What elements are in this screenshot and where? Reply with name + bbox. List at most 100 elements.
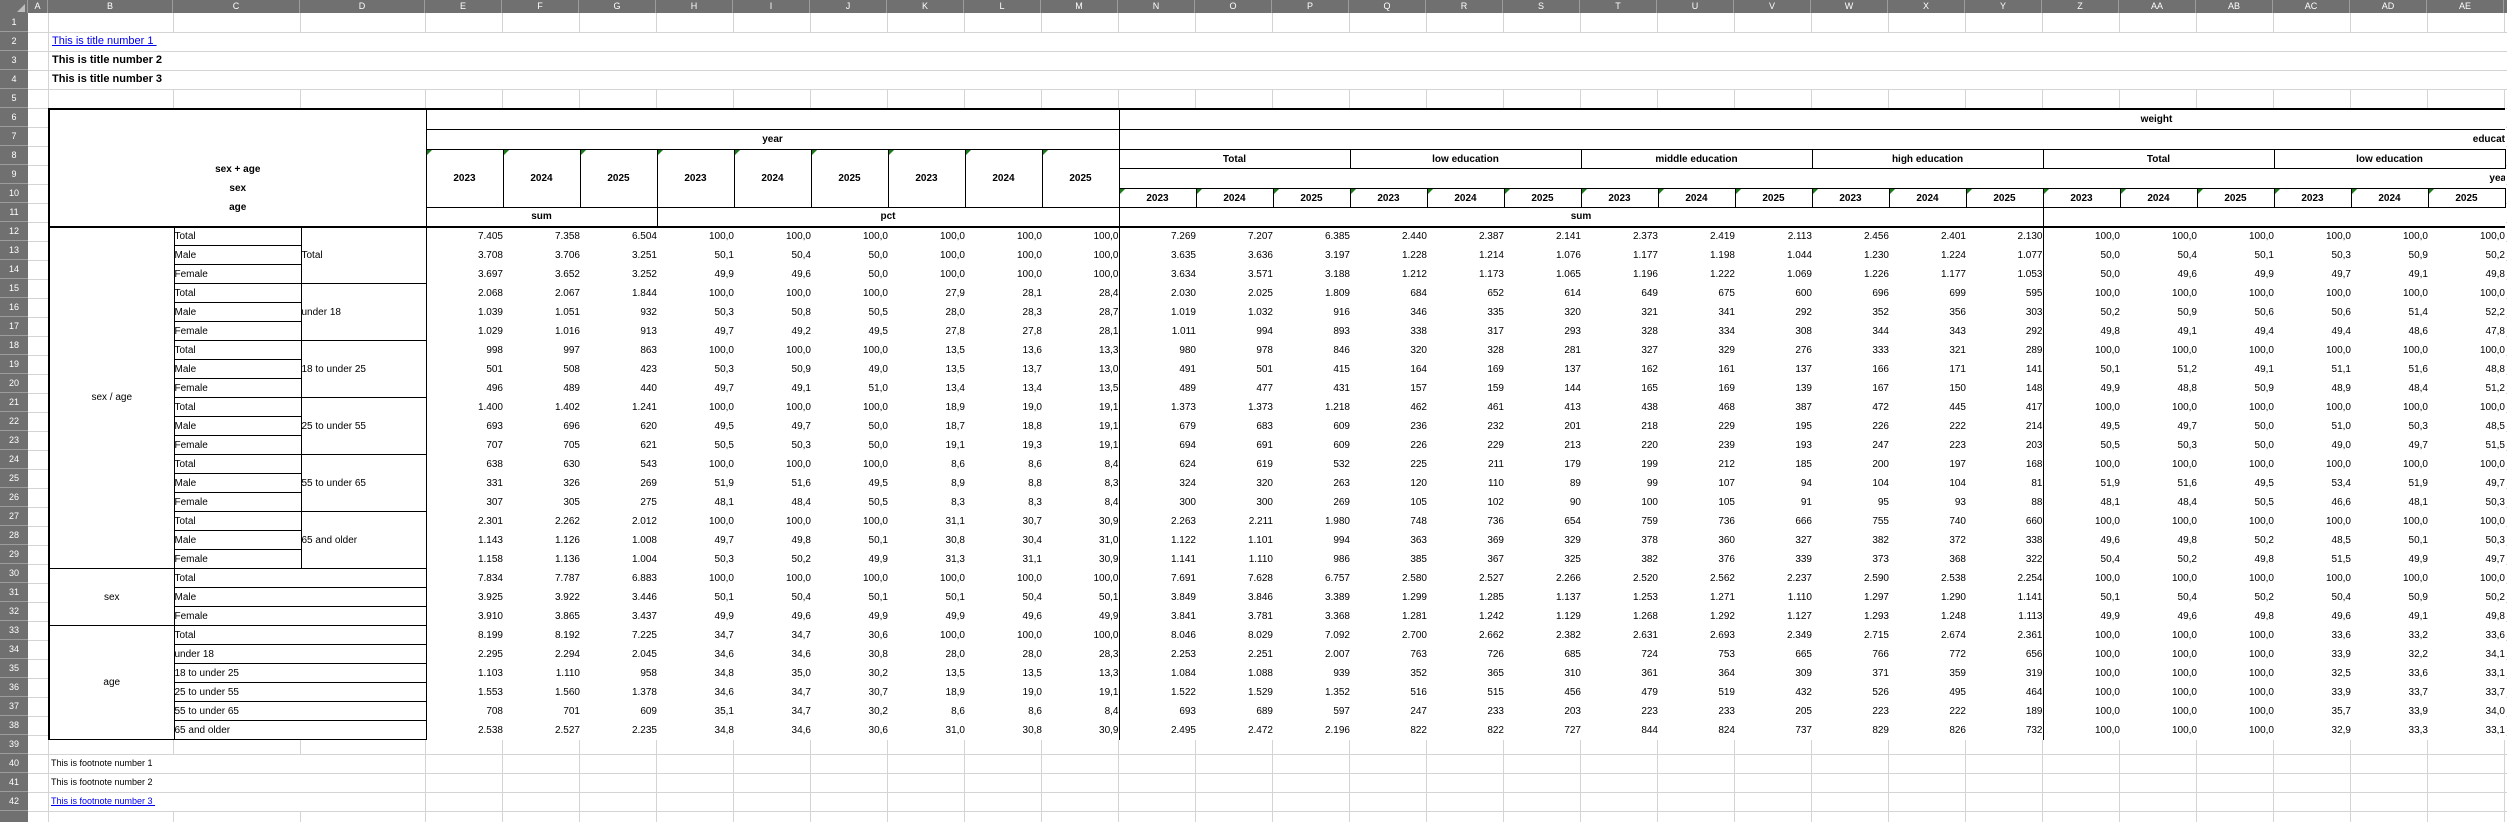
data-cell[interactable]: 464: [1966, 683, 2043, 702]
data-cell[interactable]: 49,8: [2043, 322, 2120, 341]
data-cell[interactable]: 338: [1350, 322, 1427, 341]
data-cell[interactable]: 3.922: [503, 588, 580, 607]
group-header[interactable]: high education: [1812, 150, 2043, 169]
row-header[interactable]: 24: [0, 450, 28, 469]
data-cell[interactable]: 223: [1812, 702, 1889, 721]
data-cell[interactable]: 50,5: [811, 303, 888, 322]
data-cell[interactable]: 2.387: [1427, 227, 1504, 246]
data-cell[interactable]: 50,5: [657, 436, 734, 455]
column-header[interactable]: X: [1888, 0, 1965, 13]
data-cell[interactable]: 203: [1966, 436, 2043, 455]
data-cell[interactable]: 48,4: [2120, 493, 2197, 512]
data-cell[interactable]: 233: [1427, 702, 1504, 721]
data-cell[interactable]: 2.045: [580, 645, 657, 664]
data-cell[interactable]: 89: [1504, 474, 1581, 493]
data-cell[interactable]: 2.294: [503, 645, 580, 664]
data-cell[interactable]: 100,0: [2120, 227, 2197, 246]
data-cell[interactable]: 193: [1735, 436, 1812, 455]
data-cell[interactable]: 1.084: [1119, 664, 1196, 683]
data-cell[interactable]: 759: [1581, 512, 1658, 531]
data-cell[interactable]: 1.228: [1350, 246, 1427, 265]
data-cell[interactable]: 3.846: [1196, 588, 1273, 607]
data-cell[interactable]: 8,6: [888, 455, 965, 474]
data-cell[interactable]: 50,9: [2351, 588, 2428, 607]
data-cell[interactable]: 48,9: [2274, 379, 2351, 398]
data-cell[interactable]: 543: [580, 455, 657, 474]
data-cell[interactable]: 1.019: [1119, 303, 1196, 322]
data-cell[interactable]: 339: [1735, 550, 1812, 569]
data-cell[interactable]: 8,4: [1042, 493, 1119, 512]
data-cell[interactable]: 100,0: [2120, 721, 2197, 740]
data-cell[interactable]: 328: [1427, 341, 1504, 360]
data-cell[interactable]: 600: [1735, 284, 1812, 303]
data-cell[interactable]: 50,6: [2274, 303, 2351, 322]
data-cell[interactable]: 100,0: [2043, 284, 2120, 303]
data-cell[interactable]: 1.378: [580, 683, 657, 702]
year-cell[interactable]: 2025: [1504, 189, 1581, 208]
data-cell[interactable]: 324: [1119, 474, 1196, 493]
data-cell[interactable]: 100,0: [734, 227, 811, 246]
year-cell[interactable]: 2023: [1350, 189, 1427, 208]
data-cell[interactable]: 49,1: [2351, 265, 2428, 284]
data-cell[interactable]: 303: [1966, 303, 2043, 322]
data-cell[interactable]: 1.292: [1658, 607, 1735, 626]
data-cell[interactable]: 31,3: [888, 550, 965, 569]
data-cell[interactable]: 100,0: [2274, 569, 2351, 588]
data-cell[interactable]: 100,0: [657, 341, 734, 360]
data-cell[interactable]: 8,8: [965, 474, 1042, 493]
data-cell[interactable]: 2.141: [1504, 227, 1581, 246]
data-cell[interactable]: 352: [1350, 664, 1427, 683]
row-label[interactable]: Female: [174, 436, 301, 455]
data-cell[interactable]: 100,0: [2351, 455, 2428, 474]
year-cell[interactable]: 2023: [2274, 189, 2351, 208]
row-header[interactable]: 8: [0, 146, 28, 165]
row-header[interactable]: 35: [0, 659, 28, 678]
column-header[interactable]: I: [733, 0, 810, 13]
row-label[interactable]: Male: [174, 417, 301, 436]
data-cell[interactable]: 50,0: [2043, 265, 2120, 284]
group-header[interactable]: Total: [1119, 150, 1350, 169]
year-cell[interactable]: 2025: [580, 150, 657, 208]
data-cell[interactable]: 2.674: [1889, 626, 1966, 645]
data-cell[interactable]: 3.781: [1196, 607, 1273, 626]
data-cell[interactable]: 50,0: [811, 417, 888, 436]
data-cell[interactable]: 7.358: [503, 227, 580, 246]
data-cell[interactable]: 50,3: [2351, 417, 2428, 436]
data-cell[interactable]: 51,9: [2351, 474, 2428, 493]
data-cell[interactable]: 1.522: [1119, 683, 1196, 702]
data-cell[interactable]: 763: [1350, 645, 1427, 664]
data-cell[interactable]: 100,0: [965, 265, 1042, 284]
data-cell[interactable]: 51,9: [2043, 474, 2120, 493]
data-cell[interactable]: 100,0: [2197, 398, 2274, 417]
data-cell[interactable]: 328: [1581, 322, 1658, 341]
data-cell[interactable]: 33,6: [2428, 626, 2505, 645]
row-header[interactable]: 4: [0, 70, 28, 89]
data-cell[interactable]: 120: [1350, 474, 1427, 493]
data-cell[interactable]: 46,6: [2274, 493, 2351, 512]
data-cell[interactable]: 2.472: [1196, 721, 1273, 740]
sheet-title-1-link[interactable]: This is title number 1: [52, 32, 157, 51]
data-cell[interactable]: 309: [1735, 664, 1812, 683]
data-cell[interactable]: 468: [1658, 398, 1735, 417]
data-cell[interactable]: 913: [580, 322, 657, 341]
data-cell[interactable]: 415: [1273, 360, 1350, 379]
data-cell[interactable]: 199: [1581, 455, 1658, 474]
row-header[interactable]: 20: [0, 374, 28, 393]
data-cell[interactable]: 100,0: [2120, 284, 2197, 303]
data-cell[interactable]: 34,0: [2428, 702, 2505, 721]
data-cell[interactable]: 49,9: [657, 607, 734, 626]
data-cell[interactable]: 772: [1889, 645, 1966, 664]
data-cell[interactable]: 998: [426, 341, 503, 360]
data-cell[interactable]: 2.715: [1812, 626, 1889, 645]
column-header[interactable]: R: [1426, 0, 1503, 13]
data-cell[interactable]: 2.251: [1196, 645, 1273, 664]
data-cell[interactable]: 1.110: [1196, 550, 1273, 569]
data-cell[interactable]: 51,6: [2351, 360, 2428, 379]
row-header[interactable]: 26: [0, 488, 28, 507]
data-cell[interactable]: 3.849: [1119, 588, 1196, 607]
data-cell[interactable]: 48,8: [2428, 360, 2505, 379]
data-cell[interactable]: 7.405: [426, 227, 503, 246]
data-cell[interactable]: 1.032: [1196, 303, 1273, 322]
data-cell[interactable]: 30,7: [811, 683, 888, 702]
data-cell[interactable]: 2.527: [503, 721, 580, 740]
